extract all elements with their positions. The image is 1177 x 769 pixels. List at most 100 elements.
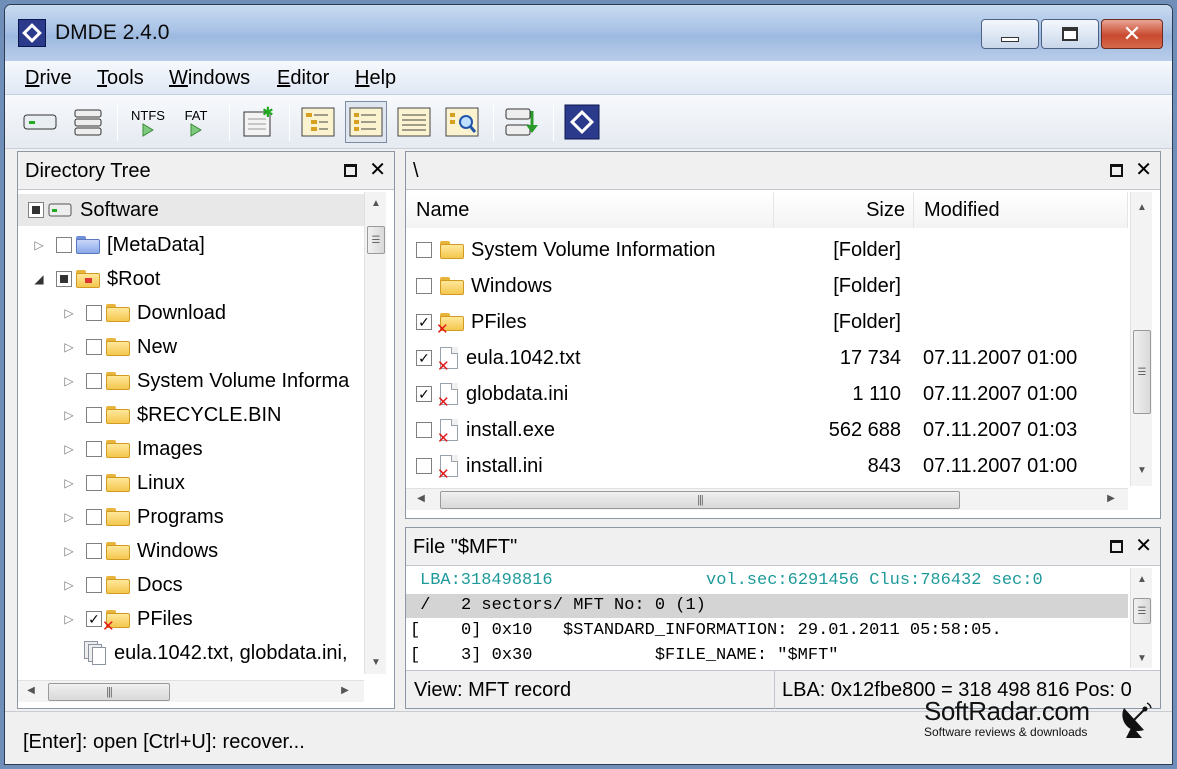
expand-icon[interactable]: ▷ (62, 510, 76, 524)
scroll-left-icon[interactable]: ◀ (410, 493, 432, 504)
ntfs-search-button[interactable]: NTFS (127, 101, 169, 143)
tree-root[interactable]: Software (18, 194, 364, 226)
new-sector-button[interactable]: ✱ (237, 101, 279, 143)
scroll-left-icon[interactable]: ◀ (20, 685, 42, 696)
mft-hex-view[interactable]: LBA:318498816 vol.sec:6291456 Clus:78643… (406, 568, 1128, 668)
file-list-horizontal-scrollbar[interactable]: ◀ ||| ▶ (406, 488, 1128, 510)
tree-view-button[interactable] (297, 101, 339, 143)
close-panel-icon[interactable]: ✕ (1135, 536, 1152, 556)
row-checkbox[interactable] (416, 242, 432, 258)
expand-icon[interactable]: ▷ (62, 544, 76, 558)
menu-drive[interactable]: Drive (25, 67, 72, 90)
expand-icon[interactable]: ▷ (62, 306, 76, 320)
row-checkbox[interactable]: ✓ (416, 350, 432, 366)
partitions-button[interactable] (67, 101, 109, 143)
expand-icon[interactable]: ▷ (62, 442, 76, 456)
restore-panel-icon[interactable] (1110, 539, 1124, 553)
scroll-up-icon[interactable]: ▲ (1131, 202, 1153, 213)
expand-icon[interactable]: ▷ (62, 340, 76, 354)
tree-checkbox[interactable] (86, 373, 102, 389)
expand-icon[interactable]: ▷ (62, 578, 76, 592)
tree-item-pfiles[interactable]: ▷ ✓ ✕ PFiles (62, 602, 192, 636)
view-mode-label[interactable]: View: MFT record (414, 679, 571, 702)
tree-item-metadata[interactable]: ▷ [MetaData] (32, 228, 204, 262)
tree-checkbox[interactable] (56, 271, 72, 287)
expand-icon[interactable]: ▷ (32, 238, 46, 252)
restore-panel-icon[interactable] (344, 163, 358, 177)
row-checkbox[interactable] (416, 458, 432, 474)
tree-checkbox[interactable] (86, 339, 102, 355)
find-file-button[interactable] (441, 101, 483, 143)
scroll-right-icon[interactable]: ▶ (334, 685, 356, 696)
dmde-button[interactable] (561, 101, 603, 143)
expand-icon[interactable]: ▷ (62, 476, 76, 490)
collapse-icon[interactable]: ◢ (32, 272, 46, 286)
tree-checkbox[interactable] (86, 543, 102, 559)
menu-tools[interactable]: Tools (97, 67, 144, 90)
select-drive-button[interactable] (19, 101, 61, 143)
list-view-button[interactable] (345, 101, 387, 143)
table-row[interactable]: System Volume Information [Folder] (406, 232, 1128, 268)
tree-item-windows[interactable]: ▷ Windows (62, 534, 218, 568)
menu-help[interactable]: Help (355, 67, 396, 90)
expand-icon[interactable]: ▷ (62, 408, 76, 422)
fat-search-button[interactable]: FAT (175, 101, 217, 143)
tree-item-new[interactable]: ▷ New (62, 330, 177, 364)
tree-item-root[interactable]: ◢ $Root (32, 262, 160, 296)
app-icon[interactable] (18, 19, 46, 47)
minimize-button[interactable] (981, 19, 1039, 49)
scroll-thumb[interactable]: ☰ (1133, 330, 1151, 414)
row-checkbox[interactable] (416, 278, 432, 294)
mft-vertical-scrollbar[interactable]: ▲ ☰ ▼ (1130, 568, 1152, 668)
tree-item-programs[interactable]: ▷ Programs (62, 500, 223, 534)
column-size[interactable]: Size (774, 192, 914, 228)
tree-item-download[interactable]: ▷ Download (62, 296, 226, 330)
tree-item-system-volume[interactable]: ▷ System Volume Informa (62, 364, 364, 398)
close-panel-icon[interactable]: ✕ (369, 160, 386, 180)
expand-icon[interactable]: ▷ (62, 612, 76, 626)
column-name[interactable]: Name (406, 192, 774, 228)
tree-checkbox[interactable]: ✓ (86, 611, 102, 627)
menu-editor[interactable]: Editor (277, 67, 329, 90)
table-row[interactable]: ✓ ✕ globdata.ini 1 110 07.11.2007 01:00 (406, 376, 1128, 412)
close-button[interactable]: ✕ (1101, 19, 1163, 49)
tree-checkbox[interactable] (56, 237, 72, 253)
scroll-down-icon[interactable]: ▼ (1131, 465, 1153, 476)
expand-icon[interactable]: ▷ (62, 374, 76, 388)
tree-item-recycle-bin[interactable]: ▷ $RECYCLE.BIN (62, 398, 281, 432)
recover-button[interactable] (501, 101, 543, 143)
restore-panel-icon[interactable] (1110, 163, 1124, 177)
scroll-thumb[interactable]: ||| (48, 683, 170, 701)
row-checkbox[interactable]: ✓ (416, 386, 432, 402)
scroll-up-icon[interactable]: ▲ (1131, 574, 1153, 585)
scroll-thumb[interactable]: ☰ (367, 226, 385, 254)
table-row[interactable]: ✓ ✕ eula.1042.txt 17 734 07.11.2007 01:00 (406, 340, 1128, 376)
details-view-button[interactable] (393, 101, 435, 143)
scroll-thumb[interactable]: ||| (440, 491, 960, 509)
maximize-button[interactable] (1041, 19, 1099, 49)
tree-item-linux[interactable]: ▷ Linux (62, 466, 184, 500)
title-bar[interactable]: DMDE 2.4.0 ✕ (5, 5, 1172, 61)
table-row[interactable]: ✕ install.exe 562 688 07.11.2007 01:03 (406, 412, 1128, 448)
tree-item-docs[interactable]: ▷ Docs (62, 568, 182, 602)
tree-checkbox[interactable] (86, 509, 102, 525)
menu-windows[interactable]: Windows (169, 67, 250, 90)
tree-checkbox[interactable] (86, 577, 102, 593)
root-checkbox[interactable] (28, 202, 44, 218)
file-list-vertical-scrollbar[interactable]: ▲ ☰ ▼ (1130, 192, 1152, 486)
row-checkbox[interactable]: ✓ (416, 314, 432, 330)
scroll-right-icon[interactable]: ▶ (1100, 493, 1122, 504)
tree-horizontal-scrollbar[interactable]: ◀ ||| ▶ (18, 680, 364, 702)
tree-files-summary[interactable]: eula.1042.txt, globdata.ini, (84, 636, 364, 670)
table-row[interactable]: Windows [Folder] (406, 268, 1128, 304)
table-row[interactable]: ✓ ✕ PFiles [Folder] (406, 304, 1128, 340)
scroll-up-icon[interactable]: ▲ (365, 198, 387, 209)
table-row[interactable]: ✕ install.ini 843 07.11.2007 01:00 (406, 448, 1128, 484)
close-panel-icon[interactable]: ✕ (1135, 160, 1152, 180)
scroll-down-icon[interactable]: ▼ (1131, 653, 1153, 664)
tree-vertical-scrollbar[interactable]: ▲ ☰ ▼ (364, 192, 386, 674)
tree-checkbox[interactable] (86, 407, 102, 423)
tree-checkbox[interactable] (86, 441, 102, 457)
tree-checkbox[interactable] (86, 305, 102, 321)
tree-item-images[interactable]: ▷ Images (62, 432, 202, 466)
